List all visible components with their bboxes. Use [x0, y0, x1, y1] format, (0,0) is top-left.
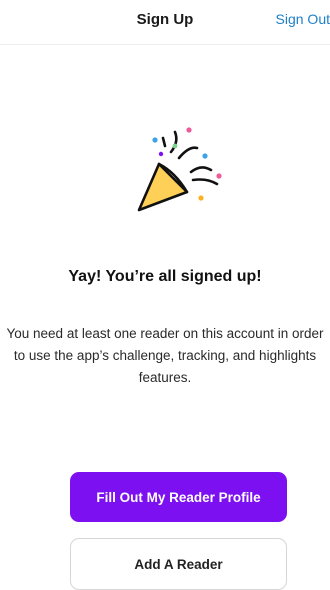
success-headline: Yay! You’re all signed up! [68, 268, 262, 285]
add-reader-button[interactable]: Add A Reader [70, 538, 287, 590]
party-popper-icon [137, 127, 222, 212]
fill-out-reader-profile-button[interactable]: Fill Out My Reader Profile [70, 472, 287, 522]
nav-bar: Sign Up Sign Out [0, 0, 330, 45]
reader-requirement-message: You need at least one reader on this acc… [6, 326, 324, 385]
sign-out-link[interactable]: Sign Out [276, 11, 330, 27]
